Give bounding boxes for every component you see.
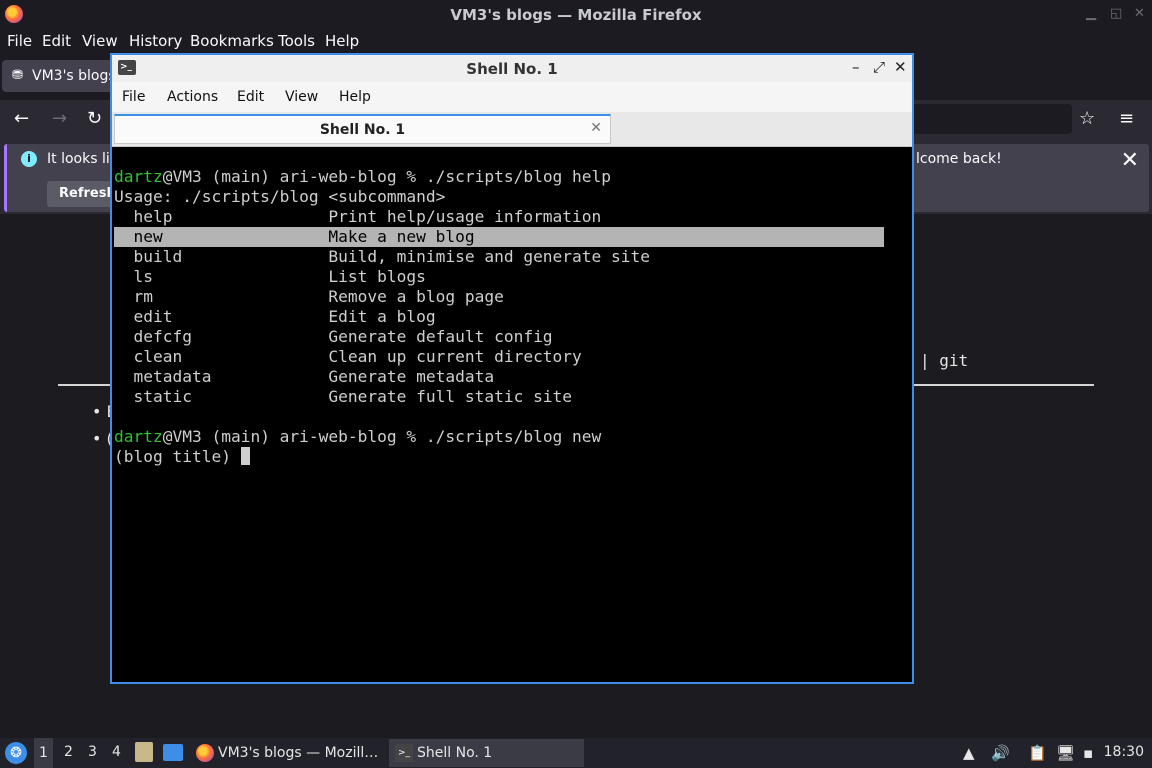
refresh-button[interactable]: Refresh — [47, 181, 119, 207]
terminal-line: clean Clean up current directory — [114, 347, 582, 366]
terminal-line: help Print help/usage information — [114, 207, 602, 226]
terminal-line: static Generate full static site — [114, 387, 573, 406]
menu-actions[interactable]: Actions — [167, 89, 218, 105]
forward-icon[interactable]: → — [52, 108, 67, 129]
notification-text-right: lcome back! — [916, 151, 1002, 167]
terminal-line: metadata Generate metadata — [114, 367, 495, 386]
terminal-line: dartz@VM3 (main) ari-web-blog % ./script… — [114, 427, 602, 446]
show-desktop-icon[interactable] — [163, 744, 183, 761]
bookmark-star-icon[interactable]: ☆ — [1079, 108, 1095, 129]
workspace-1[interactable]: 1 — [34, 738, 53, 768]
close-icon[interactable]: ✕ — [894, 58, 907, 76]
menu-file[interactable]: File — [7, 32, 32, 50]
reload-icon[interactable]: ↻ — [87, 108, 102, 129]
firefox-menubar: File Edit View History Bookmarks Tools H… — [0, 29, 1152, 53]
terminal-input-line[interactable]: (blog title) — [114, 447, 250, 467]
prompt-user: dartz — [114, 167, 163, 186]
menu-view[interactable]: View — [285, 89, 318, 105]
page-nav-git[interactable]: | git — [920, 351, 968, 370]
menu-view[interactable]: View — [82, 32, 118, 50]
file-manager-icon[interactable] — [135, 742, 153, 762]
minimize-icon[interactable]: – — [852, 58, 860, 76]
terminal-window: >_ Shell No. 1 – ⤢ ✕ File Actions Edit V… — [110, 53, 914, 684]
workspace-3[interactable]: 3 — [88, 744, 97, 760]
terminal-tab[interactable]: Shell No. 1 ✕ — [114, 114, 611, 144]
text-cursor — [240, 447, 250, 465]
terminal-titlebar: >_ Shell No. 1 – ⤢ ✕ — [112, 55, 912, 82]
maximize-icon[interactable]: ◱ — [1110, 6, 1122, 21]
workspace-4[interactable]: 4 — [112, 744, 121, 760]
site-favicon-icon: ⛃ — [12, 68, 23, 83]
taskbar: ❂ 1 2 3 4 VM3's blogs — Mozill… >_ Shell… — [0, 738, 1152, 768]
terminal-line: ls List blogs — [114, 267, 426, 286]
menu-edit[interactable]: Edit — [42, 32, 71, 50]
terminal-line: defcfg Generate default config — [114, 327, 553, 346]
terminal-line: edit Edit a blog — [114, 307, 436, 326]
menu-bookmarks[interactable]: Bookmarks — [190, 32, 274, 50]
firefox-icon — [196, 744, 214, 762]
clock: 18:30 — [1103, 744, 1144, 760]
notifications-icon[interactable]: ▪ — [1083, 744, 1093, 762]
browser-tab-title: VM3's blogs — [32, 68, 116, 84]
network-icon[interactable]: 🖥 — [1056, 744, 1075, 762]
tab-close-icon[interactable]: ✕ — [590, 120, 602, 136]
menu-help[interactable]: Help — [339, 89, 371, 105]
maximize-icon[interactable]: ⤢ — [873, 58, 885, 76]
app-menu-icon[interactable]: ≡ — [1119, 108, 1134, 129]
terminal-menubar: File Actions Edit View Help — [112, 82, 912, 112]
terminal-tab-label: Shell No. 1 — [319, 122, 406, 138]
terminal-line: dartz@VM3 (main) ari-web-blog % ./script… — [114, 167, 612, 186]
terminal-line-highlighted: new Make a new blog — [114, 227, 884, 247]
terminal-icon: >_ — [395, 744, 413, 762]
volume-icon[interactable]: 🔊 — [991, 744, 1010, 762]
terminal-line: Usage: ./scripts/blog <subcommand> — [114, 187, 446, 206]
app-launcher-icon[interactable]: ❂ — [5, 742, 27, 764]
minimize-icon[interactable]: ▁ — [1086, 6, 1096, 21]
task-firefox[interactable]: VM3's blogs — Mozill… — [190, 739, 385, 767]
menu-edit[interactable]: Edit — [237, 89, 264, 105]
tray-up-arrow-icon[interactable]: ▲ — [963, 744, 975, 762]
notification-text: It looks lik — [47, 151, 118, 167]
close-icon[interactable]: ✕ — [1134, 6, 1145, 21]
terminal-output[interactable]: dartz@VM3 (main) ari-web-blog % ./script… — [114, 167, 910, 682]
terminal-line: rm Remove a blog page — [114, 287, 504, 306]
task-terminal[interactable]: >_ Shell No. 1 — [389, 739, 584, 767]
firefox-titlebar: VM3's blogs — Mozilla Firefox ▁ ◱ ✕ — [0, 0, 1152, 29]
back-icon[interactable]: ← — [14, 108, 29, 129]
clipboard-icon[interactable]: 📋 — [1028, 744, 1047, 762]
window-title: VM3's blogs — Mozilla Firefox — [450, 6, 702, 24]
terminal-title: Shell No. 1 — [466, 60, 558, 78]
notification-close-icon[interactable]: ✕ — [1121, 148, 1139, 173]
menu-help[interactable]: Help — [325, 32, 359, 50]
terminal-tabbar: Shell No. 1 ✕ — [112, 112, 912, 147]
menu-file[interactable]: File — [122, 89, 145, 105]
menu-history[interactable]: History — [129, 32, 182, 50]
workspace-2[interactable]: 2 — [64, 744, 73, 760]
menu-tools[interactable]: Tools — [278, 32, 315, 50]
terminal-line: build Build, minimise and generate site — [114, 247, 651, 266]
prompt-user: dartz — [114, 427, 163, 446]
info-icon: i — [21, 151, 37, 167]
